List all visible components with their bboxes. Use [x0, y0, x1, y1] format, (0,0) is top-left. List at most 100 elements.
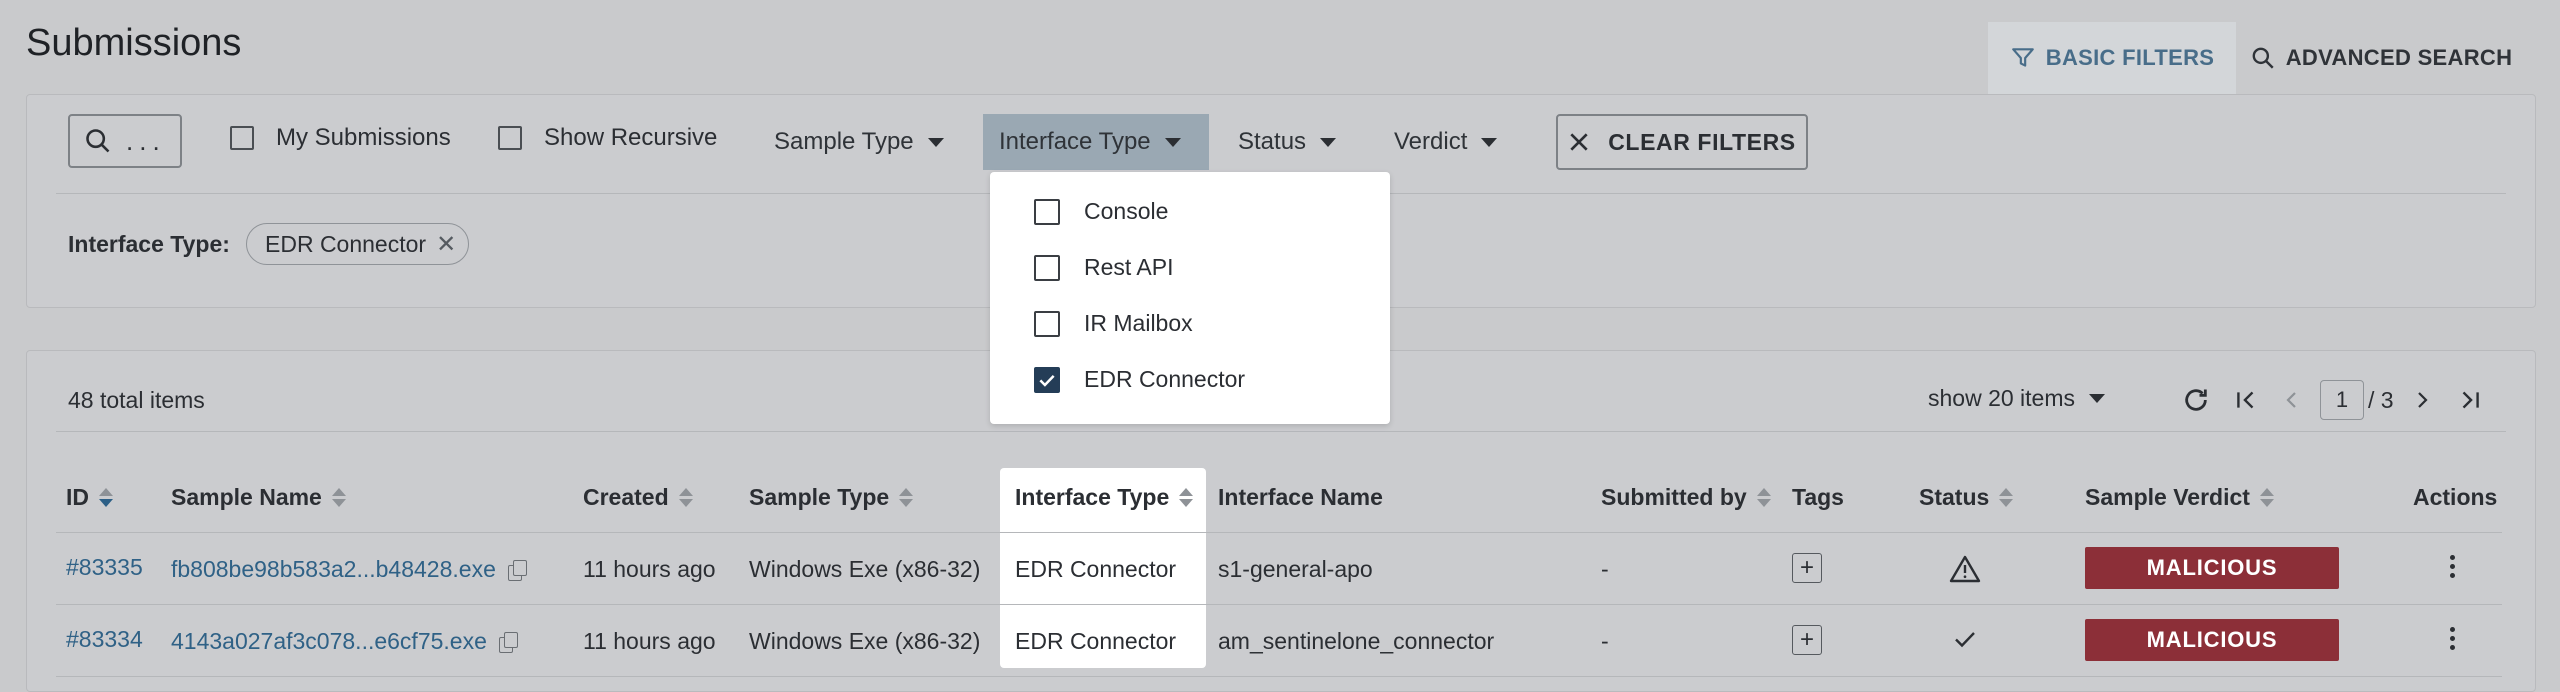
tab-basic-label: BASIC FILTERS	[2045, 45, 2215, 70]
first-page-button[interactable]	[2228, 380, 2264, 420]
header-actions-label: Actions	[2413, 484, 2498, 510]
menu-option-console[interactable]: Console	[1034, 198, 1168, 225]
my-submissions-label: My Submissions	[276, 124, 451, 151]
header-interface-name-label: Interface Name	[1218, 484, 1383, 510]
tab-basic-filters[interactable]: BASIC FILTERS	[1988, 22, 2236, 94]
checkbox-box[interactable]	[1034, 198, 1060, 225]
status-dropdown[interactable]: Status	[1238, 114, 1337, 170]
header-status[interactable]: Status	[1919, 484, 2014, 511]
page-size-dropdown[interactable]: show 20 items	[1928, 385, 2106, 412]
search-icon	[2252, 47, 2274, 69]
page-title: Submissions	[26, 22, 242, 64]
header-submitted-by[interactable]: Submitted by	[1601, 484, 1771, 511]
row-actions-button[interactable]	[2450, 555, 2455, 578]
refresh-button[interactable]	[2178, 380, 2214, 420]
row-actions-button[interactable]	[2450, 627, 2455, 650]
option-label: IR Mailbox	[1084, 310, 1193, 336]
chip-label: EDR Connector	[265, 230, 427, 257]
applied-filter-label: Interface Type:	[68, 231, 230, 257]
applied-filter-chip[interactable]: EDR Connector ✕	[246, 223, 470, 265]
checkbox-box[interactable]	[498, 126, 522, 150]
divider	[56, 431, 2506, 432]
created-cell: 11 hours ago	[583, 628, 716, 654]
interface-type-label: Interface Type	[999, 128, 1151, 155]
interface-name-cell: s1-general-apo	[1218, 556, 1373, 582]
option-label: Rest API	[1084, 254, 1174, 280]
row-id-link[interactable]: #83335	[66, 554, 143, 581]
interface-type-dropdown[interactable]: Interface Type	[983, 114, 1209, 170]
header-created[interactable]: Created	[583, 484, 693, 511]
header-interface-name: Interface Name	[1218, 484, 1383, 511]
plus-icon: +	[1792, 553, 1822, 583]
header-actions: Actions	[2413, 484, 2497, 511]
chevron-right-icon	[2418, 392, 2428, 408]
sample-name-link[interactable]: fb808be98b583a2...b48428.exe	[171, 556, 496, 583]
menu-option-rest-api[interactable]: Rest API	[1034, 254, 1173, 281]
last-page-button[interactable]	[2452, 380, 2488, 420]
tab-advanced-search[interactable]: ADVANCED SEARCH	[2236, 22, 2526, 94]
page-total: / 3	[2368, 387, 2394, 413]
sample-name-cell: 4143a027af3c078...e6cf75.exe	[171, 628, 518, 655]
checkbox-box[interactable]	[1034, 254, 1060, 281]
caret-down-icon	[1481, 137, 1498, 147]
header-sample-verdict-label: Sample Verdict	[2085, 484, 2250, 510]
chip-remove-icon[interactable]: ✕	[436, 230, 456, 259]
page-number-input[interactable]: 1	[2320, 380, 2364, 420]
header-status-label: Status	[1919, 484, 1990, 510]
row-separator	[56, 532, 2502, 533]
submitted-by-cell: -	[1601, 628, 1609, 654]
menu-option-ir-mailbox[interactable]: IR Mailbox	[1034, 310, 1193, 337]
total-items: 48 total items	[68, 387, 205, 413]
header-tags-label: Tags	[1792, 484, 1844, 510]
add-tag-button[interactable]: +	[1792, 553, 1822, 583]
close-icon	[1570, 133, 1588, 151]
interface-type-cell: EDR Connector	[1015, 556, 1177, 582]
sort-icon	[678, 488, 693, 507]
interface-type-menu: Console Rest API IR Mailbox EDR Connecto…	[990, 172, 1390, 424]
status-cell	[1949, 554, 1981, 589]
header-created-label: Created	[583, 484, 669, 510]
prev-page-button[interactable]	[2274, 380, 2310, 420]
sample-type-cell: Windows Exe (x86-32)	[749, 628, 981, 654]
show-recursive-checkbox[interactable]: Show Recursive	[498, 124, 717, 152]
verdict-label: Verdict	[1394, 128, 1468, 155]
verdict-badge: MALICIOUS	[2085, 619, 2339, 661]
add-tag-button[interactable]: +	[1792, 625, 1822, 655]
header-sample-name[interactable]: Sample Name	[171, 484, 346, 511]
sort-icon	[2259, 488, 2274, 507]
page-size-label: show 20 items	[1928, 385, 2076, 411]
copy-icon[interactable]	[507, 559, 527, 581]
next-page-button[interactable]	[2404, 380, 2440, 420]
copy-icon[interactable]	[498, 631, 518, 653]
sort-icon	[899, 488, 914, 507]
sample-name-link[interactable]: 4143a027af3c078...e6cf75.exe	[171, 628, 487, 655]
last-page-icon	[2462, 391, 2479, 409]
checkmark-icon	[1955, 632, 1975, 648]
menu-option-edr-connector[interactable]: EDR Connector	[1034, 366, 1245, 393]
sample-type-dropdown[interactable]: Sample Type	[774, 114, 944, 170]
sort-icon	[1179, 488, 1194, 507]
refresh-icon	[2185, 389, 2207, 411]
caret-down-icon	[927, 137, 944, 147]
search-input[interactable]: ...	[68, 114, 182, 168]
submitted-by-cell: -	[1601, 556, 1609, 582]
row-id-link[interactable]: #83334	[66, 626, 143, 653]
my-submissions-checkbox[interactable]: My Submissions	[230, 124, 451, 152]
header-sample-verdict[interactable]: Sample Verdict	[2085, 484, 2274, 511]
header-submitted-by-label: Submitted by	[1601, 484, 1747, 510]
clear-filters-label: CLEAR FILTERS	[1608, 128, 1796, 155]
verdict-dropdown[interactable]: Verdict	[1394, 114, 1498, 170]
clear-filters-button[interactable]: CLEAR FILTERS	[1556, 114, 1808, 170]
sample-type-label: Sample Type	[774, 128, 914, 155]
header-id[interactable]: ID	[66, 484, 113, 511]
header-sample-type-label: Sample Type	[749, 484, 890, 510]
tab-advanced-label: ADVANCED SEARCH	[2285, 45, 2513, 70]
status-label: Status	[1238, 128, 1307, 155]
checkbox-checked[interactable]	[1034, 366, 1060, 393]
status-cell	[1952, 627, 1978, 656]
header-sample-type[interactable]: Sample Type	[749, 484, 914, 511]
checkbox-box[interactable]	[1034, 310, 1060, 337]
checkbox-box[interactable]	[230, 126, 254, 150]
search-placeholder: ...	[126, 125, 166, 156]
header-interface-type[interactable]: Interface Type	[1015, 484, 1194, 511]
